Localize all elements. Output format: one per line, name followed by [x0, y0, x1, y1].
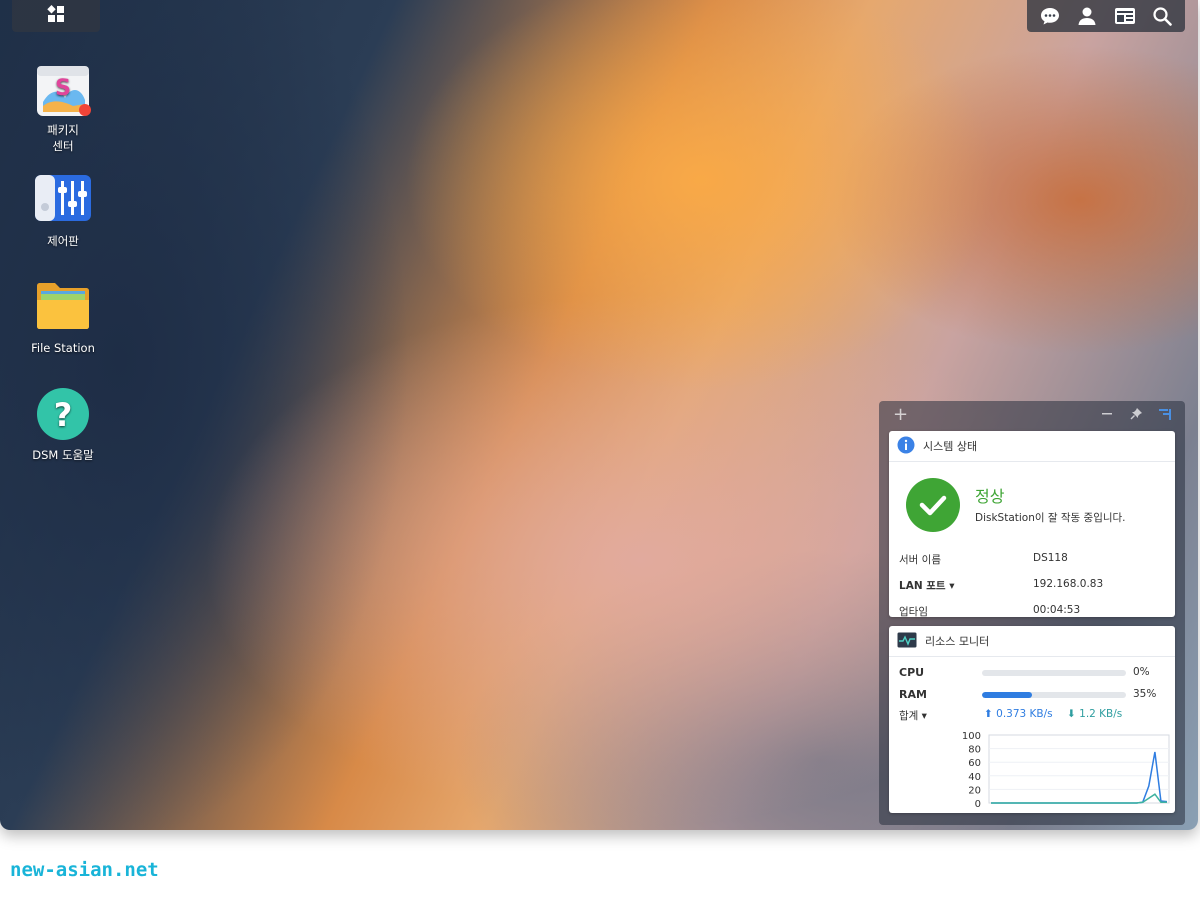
- network-dropdown[interactable]: 합계 ▾: [899, 708, 927, 723]
- cpu-value: 0%: [1133, 666, 1150, 678]
- svg-text:S: S: [55, 76, 71, 101]
- network-chart-svg: 100 80 60 40 20 0: [962, 731, 1170, 810]
- info-row-server-name: 서버 이름 DS118: [889, 546, 1175, 572]
- ram-value: 35%: [1133, 688, 1157, 700]
- desktop-icon-label: File Station: [31, 341, 95, 355]
- desktop: S 패키지 센터 제어판 File Station ? DSM 도움말 + 시스…: [0, 0, 1198, 830]
- download-rate: ⬇ 1.2 KB/s: [1067, 708, 1122, 720]
- status-label: 정상: [975, 486, 1005, 506]
- user-icon[interactable]: [1075, 4, 1099, 28]
- chart-y-tick-label: 80: [968, 745, 981, 756]
- main-menu-button[interactable]: [12, 0, 100, 32]
- desktop-icon-control-panel[interactable]: 제어판: [18, 173, 108, 249]
- ram-bar-fill: [982, 692, 1033, 698]
- info-icon: [897, 436, 915, 457]
- chart-y-tick-label: 0: [975, 799, 981, 807]
- upload-rate: ⬆ 0.373 KB/s: [984, 708, 1053, 720]
- info-value: DS118: [1033, 552, 1068, 564]
- desktop-icon-label: DSM 도움말: [32, 448, 94, 462]
- network-row: 합계 ▾ ⬆ 0.373 KB/s ⬇ 1.2 KB/s: [889, 706, 1175, 726]
- info-row-lan-port: LAN 포트 ▾ 192.168.0.83: [889, 572, 1175, 598]
- widgets-icon[interactable]: [1113, 4, 1137, 28]
- chat-icon[interactable]: [1038, 4, 1062, 28]
- info-row-uptime: 업타임 00:04:53: [889, 598, 1175, 624]
- desktop-icon-label: 패키지: [47, 123, 79, 137]
- status-summary: 정상 DiskStation이 잘 작동 중입니다.: [889, 462, 1175, 538]
- resource-monitor-icon: [897, 632, 917, 651]
- cpu-row: CPU 0%: [889, 662, 1175, 684]
- search-icon[interactable]: [1150, 4, 1174, 28]
- cpu-bar: [982, 670, 1126, 676]
- network-chart: 100 80 60 40 20 0: [945, 731, 1171, 811]
- chart-y-tick-label: 100: [962, 731, 981, 742]
- upload-value: 0.373 KB/s: [996, 708, 1053, 720]
- dsm-help-icon: ?: [35, 387, 91, 443]
- minimize-icon[interactable]: [1101, 407, 1113, 423]
- pin-icon[interactable]: [1130, 407, 1143, 424]
- widget-panel: + 시스템 상태 정상 DiskStation이 잘 작동 중입니다. 서버 이…: [879, 401, 1185, 825]
- svg-text:?: ?: [54, 396, 73, 434]
- ram-bar: [982, 692, 1126, 698]
- resource-monitor-title: 리소스 모니터: [925, 635, 990, 648]
- status-message: DiskStation이 잘 작동 중입니다.: [975, 511, 1126, 524]
- desktop-icon-label: 센터: [52, 139, 74, 153]
- system-status-title: 시스템 상태: [923, 440, 978, 453]
- chart-plot-area: [988, 734, 1170, 804]
- control-panel-icon: [35, 173, 91, 229]
- add-widget-icon[interactable]: +: [893, 405, 908, 425]
- widget-panel-header: +: [879, 401, 1185, 429]
- download-value: 1.2 KB/s: [1079, 708, 1123, 720]
- chart-y-tick-label: 20: [968, 785, 981, 796]
- desktop-icon-file-station[interactable]: File Station: [18, 280, 108, 356]
- download-arrow-icon: ⬇: [1067, 708, 1080, 720]
- ram-label: RAM: [899, 688, 927, 701]
- cpu-label: CPU: [899, 666, 925, 679]
- system-status-header: 시스템 상태: [889, 431, 1175, 462]
- info-value: 00:04:53: [1033, 604, 1081, 616]
- chart-y-tick-label: 60: [968, 758, 981, 769]
- system-status-widget: 시스템 상태 정상 DiskStation이 잘 작동 중입니다. 서버 이름 …: [889, 431, 1175, 618]
- desktop-icon-package-center[interactable]: S 패키지 센터: [18, 62, 108, 154]
- info-value: 192.168.0.83: [1033, 578, 1104, 590]
- resource-monitor-widget: 리소스 모니터 CPU 0% RAM 35% 합계 ▾ ⬆ 0.373 KB/s…: [889, 626, 1175, 813]
- chart-y-tick-label: 40: [968, 772, 981, 783]
- taskbar-tray: [1027, 0, 1185, 32]
- check-icon: [906, 478, 960, 532]
- file-station-icon: [35, 280, 91, 336]
- info-key: 업타임: [899, 606, 928, 618]
- info-key: 서버 이름: [899, 554, 941, 566]
- desktop-icon-dsm-help[interactable]: ? DSM 도움말: [18, 387, 108, 463]
- watermark: new-asian.net: [10, 859, 159, 881]
- resource-monitor-header: 리소스 모니터: [889, 626, 1175, 657]
- upload-arrow-icon: ⬆: [984, 708, 997, 720]
- main-menu-icon: [47, 5, 65, 27]
- package-center-icon: S: [35, 62, 91, 118]
- widget-layout-icon[interactable]: [1158, 407, 1172, 425]
- ram-row: RAM 35%: [889, 684, 1175, 706]
- lan-port-dropdown[interactable]: LAN 포트 ▾: [899, 578, 955, 593]
- desktop-icon-label: 제어판: [47, 234, 79, 248]
